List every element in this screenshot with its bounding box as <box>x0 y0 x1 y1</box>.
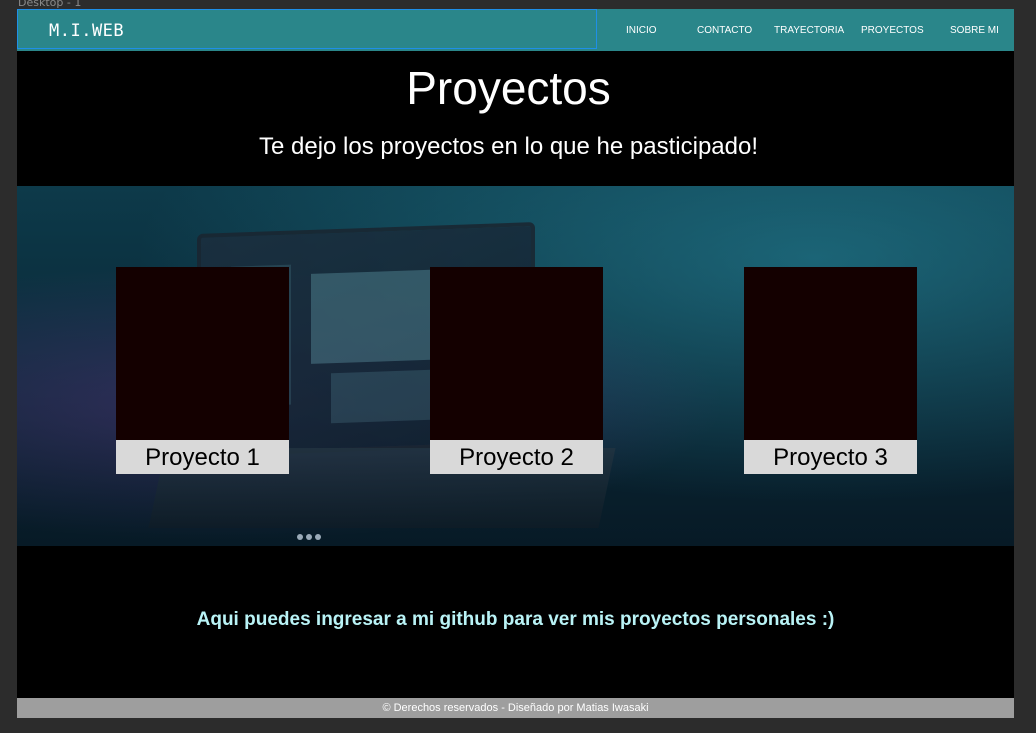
page-canvas: M.I.WEB INICIO CONTACTO TRAYECTORIA PROY… <box>17 9 1014 718</box>
carousel-dot <box>306 534 312 540</box>
navbar: M.I.WEB INICIO CONTACTO TRAYECTORIA PROY… <box>17 9 1014 51</box>
nav-item-contacto[interactable]: CONTACTO <box>697 25 752 36</box>
carousel-dot <box>315 534 321 540</box>
carousel-dots <box>297 534 321 540</box>
projects-hero-banner: Proyecto 1 Proyecto 2 Proyecto 3 <box>17 186 1014 546</box>
frame-label: Desktop - 1 <box>18 0 82 9</box>
page-subtitle: Te dejo los proyectos en lo que he pasti… <box>259 133 758 160</box>
project-card-label: Proyecto 1 <box>116 440 289 474</box>
screen-panel <box>311 269 431 364</box>
github-link[interactable]: Aqui puedes ingresar a mi github para ve… <box>17 609 1014 631</box>
nav-item-sobre-mi[interactable]: SOBRE MI <box>950 25 999 36</box>
project-card-label: Proyecto 2 <box>430 440 603 474</box>
footer: © Derechos reservados - Diseñado por Mat… <box>17 698 1014 718</box>
project-card-label: Proyecto 3 <box>744 440 917 474</box>
nav-item-trayectoria[interactable]: TRAYECTORIA <box>774 25 844 36</box>
page-title: Proyectos <box>406 62 611 114</box>
carousel-dot <box>297 534 303 540</box>
nav-item-proyectos[interactable]: PROYECTOS <box>861 25 924 36</box>
brand-logo[interactable]: M.I.WEB <box>49 21 124 41</box>
project-card-2[interactable]: Proyecto 2 <box>430 267 603 474</box>
nav-item-inicio[interactable]: INICIO <box>626 25 657 36</box>
project-card-3[interactable]: Proyecto 3 <box>744 267 917 474</box>
project-card-1[interactable]: Proyecto 1 <box>116 267 289 474</box>
